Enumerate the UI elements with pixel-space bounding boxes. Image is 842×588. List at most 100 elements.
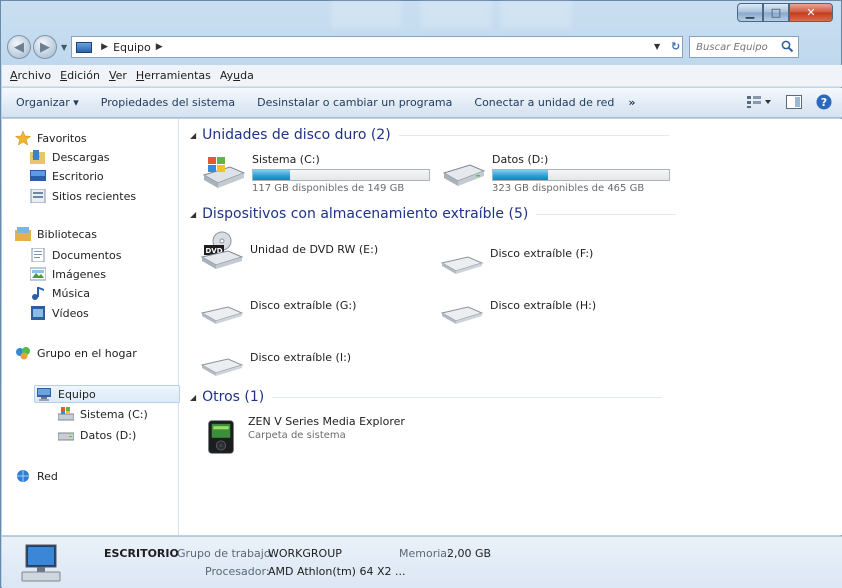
device-info: ZEN V Series Media Explorer Carpeta de s… — [248, 415, 405, 441]
menu-herramientas[interactable]: Herramientas — [136, 69, 211, 82]
menu-bar: Archivo Edición Ver Herramientas Ayuda — [2, 65, 842, 87]
back-button[interactable]: ◀ — [7, 35, 31, 59]
preview-pane-icon[interactable] — [786, 95, 802, 109]
drive-data-d[interactable]: Datos (D:) 323 GB disponibles de 465 GB — [442, 153, 670, 194]
address-dropdown-icon[interactable]: ▼ — [654, 42, 660, 51]
search-icon[interactable] — [781, 40, 794, 53]
organize-button[interactable]: Organizar ▾ — [16, 96, 79, 109]
nav-favorites[interactable]: Favoritos — [15, 131, 87, 145]
drive-name: Datos (D:) — [492, 153, 549, 166]
removable-disk-icon — [440, 306, 484, 324]
uninstall-program-button[interactable]: Desinstalar o cambiar un programa — [257, 96, 452, 109]
change-view-icon[interactable] — [746, 95, 772, 109]
close-button[interactable]: ✕ — [789, 3, 833, 22]
processor-label: Procesador: — [205, 565, 270, 578]
collapse-triangle-icon[interactable]: ◢ — [190, 210, 196, 219]
title-bar[interactable]: ▁ □ ✕ — [1, 1, 841, 31]
address-bar[interactable]: ▶ Equipo ▶ ▼ ↻ — [71, 36, 684, 58]
memory-value: 2,00 GB — [447, 547, 492, 560]
nav-data-d[interactable]: Datos (D:) — [58, 428, 136, 442]
removable-disk-icon — [200, 358, 244, 376]
recent-pages-dropdown[interactable]: ▼ — [61, 43, 67, 52]
map-network-drive-button[interactable]: Conectar a unidad de red — [474, 96, 614, 109]
menu-archivo[interactable]: Archivo — [10, 69, 51, 82]
system-properties-button[interactable]: Propiedades del sistema — [101, 96, 235, 109]
computer-icon — [37, 388, 51, 401]
drive-removable-h[interactable]: Disco extraíble (H:) — [440, 291, 596, 327]
drive-removable-i[interactable]: Disco extraíble (I:) — [200, 343, 351, 379]
desktop-icon — [30, 170, 46, 181]
nav-videos[interactable]: Vídeos — [30, 306, 89, 320]
drive-name: Unidad de DVD RW (E:) — [250, 243, 379, 256]
group-header-removable[interactable]: ◢ Dispositivos con almacenamiento extraí… — [190, 206, 677, 222]
maximize-button[interactable]: □ — [763, 3, 789, 22]
workgroup-label: Grupo de trabajo: — [177, 547, 275, 560]
drive-system-c[interactable]: Sistema (C:) 117 GB disponibles de 149 G… — [202, 153, 430, 194]
processor-value: AMD Athlon(tm) 64 X2 ... — [268, 565, 406, 578]
recent-places-icon — [30, 189, 46, 203]
windows-drive-icon — [58, 407, 74, 421]
nav-computer[interactable]: Equipo — [36, 387, 96, 401]
minimize-button[interactable]: ▁ — [737, 3, 763, 22]
collapse-triangle-icon[interactable]: ◢ — [190, 131, 196, 140]
nav-network[interactable]: Red — [15, 469, 58, 483]
content-area: Favoritos Descargas Escritorio Sitios re… — [2, 119, 842, 535]
drive-removable-f[interactable]: Disco extraíble (F:) — [440, 241, 593, 277]
navigation-row: ◀ ▶ ▼ ▶ Equipo ▶ ▼ ↻ — [7, 35, 837, 59]
libraries-icon — [15, 227, 31, 241]
device-zen-v-media-explorer[interactable]: ZEN V Series Media Explorer Carpeta de s… — [204, 415, 405, 459]
title-glass-decoration — [501, 1, 571, 29]
view-controls: ? — [732, 94, 832, 110]
group-header-hard-drives[interactable]: ◢ Unidades de disco duro (2) — [190, 127, 669, 143]
drive-removable-g[interactable]: Disco extraíble (G:) — [200, 291, 356, 327]
menu-ver[interactable]: Ver — [109, 69, 127, 82]
drive-name: Disco extraíble (G:) — [250, 299, 357, 312]
search-box[interactable] — [689, 36, 800, 58]
title-glass-decoration — [421, 1, 491, 29]
hard-drive-icon — [58, 432, 74, 441]
help-icon[interactable]: ? — [816, 94, 832, 110]
breadcrumb-equipo[interactable]: Equipo — [113, 41, 151, 54]
breadcrumb-separator-icon[interactable]: ▶ — [101, 42, 108, 52]
videos-icon — [31, 306, 45, 320]
forward-button[interactable]: ▶ — [33, 35, 57, 59]
group-header-others[interactable]: ◢ Otros (1) — [190, 389, 663, 405]
search-input[interactable] — [696, 41, 781, 53]
nav-homegroup[interactable]: Grupo en el hogar — [15, 346, 137, 360]
downloads-folder-icon — [30, 150, 45, 164]
more-commands-button[interactable]: » — [628, 96, 635, 109]
drive-dvd-e[interactable]: DVD Unidad de DVD RW (E:) — [200, 231, 378, 271]
details-pane: ESCRITORIO Grupo de trabajo: WORKGROUP M… — [2, 536, 842, 588]
collapse-triangle-icon[interactable]: ◢ — [190, 393, 196, 402]
nav-recent-places[interactable]: Sitios recientes — [30, 189, 136, 203]
navigation-pane: Favoritos Descargas Escritorio Sitios re… — [2, 119, 180, 535]
nav-downloads[interactable]: Descargas — [30, 150, 110, 164]
computer-name: ESCRITORIO — [104, 547, 179, 560]
title-glass-decoration — [331, 1, 401, 29]
drive-name: Disco extraíble (I:) — [250, 351, 352, 364]
removable-disk-icon — [200, 306, 244, 324]
nav-libraries[interactable]: Bibliotecas — [15, 227, 97, 241]
drive-free-space: 323 GB disponibles de 465 GB — [492, 183, 645, 194]
group-divider — [536, 213, 677, 215]
network-icon — [17, 470, 29, 482]
documents-icon — [31, 248, 45, 262]
memory-label: Memoria: — [399, 547, 451, 560]
menu-edicion[interactable]: Edición — [60, 69, 100, 82]
nav-images[interactable]: Imágenes — [30, 267, 106, 281]
computer-icon — [21, 544, 61, 582]
breadcrumb-separator-icon[interactable]: ▶ — [156, 42, 163, 52]
nav-desktop[interactable]: Escritorio — [30, 169, 104, 183]
drive-name: Disco extraíble (F:) — [490, 247, 594, 260]
nav-system-c[interactable]: Sistema (C:) — [58, 407, 148, 421]
drive-name: Disco extraíble (H:) — [490, 299, 597, 312]
nav-documents[interactable]: Documentos — [30, 248, 121, 262]
window-controls: ▁ □ ✕ — [737, 3, 833, 22]
refresh-icon[interactable]: ↻ — [671, 40, 680, 53]
menu-ayuda[interactable]: Ayuda — [220, 69, 254, 82]
drive-usage-fill — [493, 170, 548, 180]
nav-music[interactable]: Música — [30, 286, 90, 300]
images-icon — [30, 267, 46, 281]
homegroup-icon — [16, 347, 30, 360]
drive-usage-bar — [252, 169, 430, 181]
